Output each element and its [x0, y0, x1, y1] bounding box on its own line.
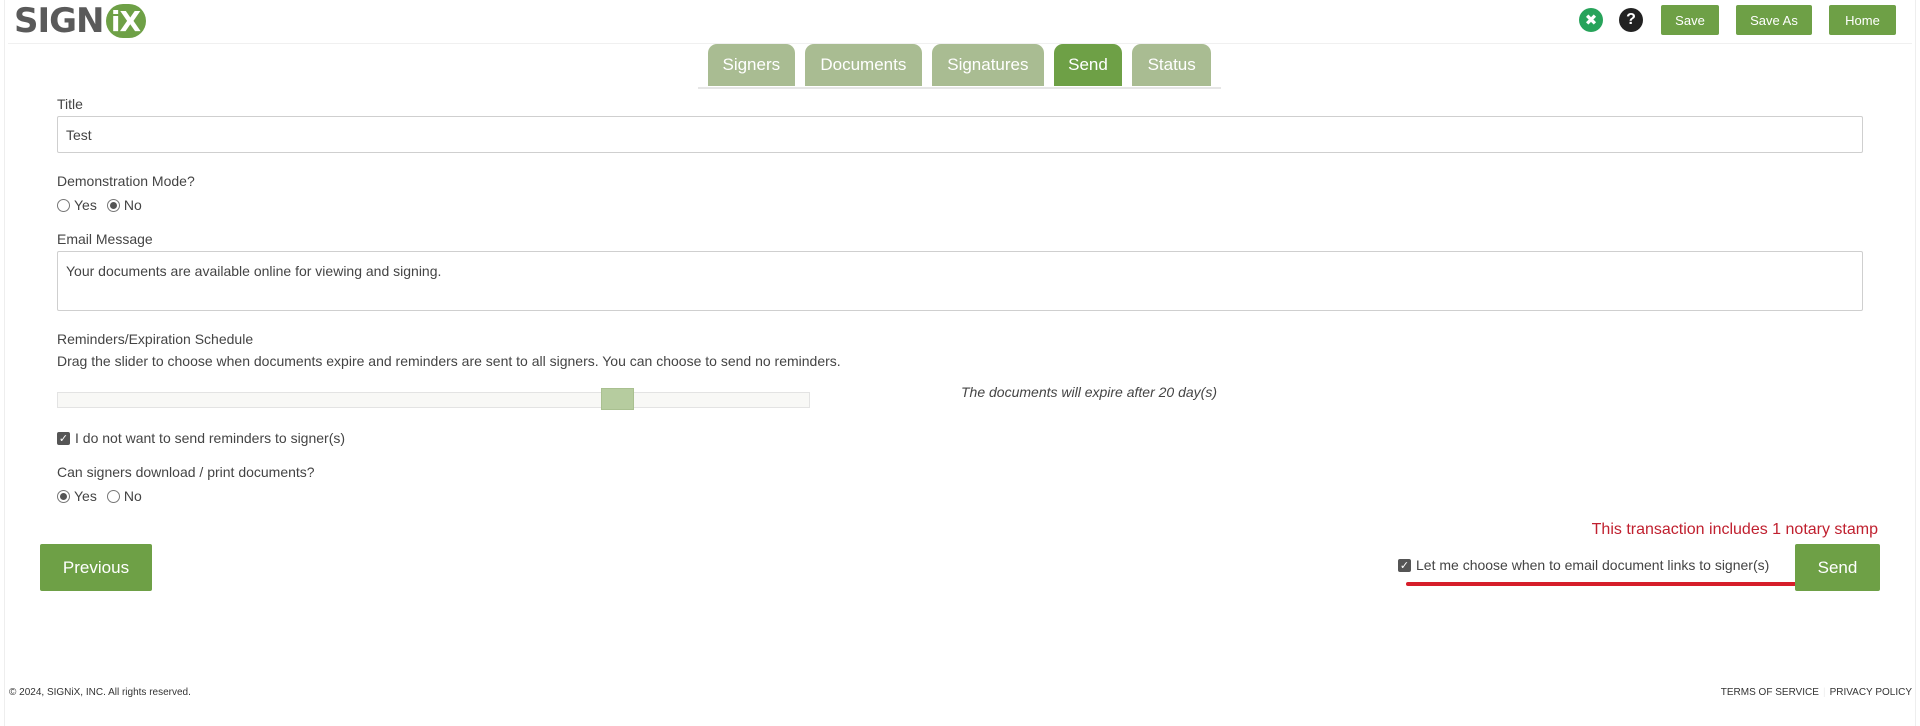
let-me-choose-row: ✓ Let me choose when to email document l…	[1398, 557, 1769, 573]
annotation-underline	[1406, 582, 1798, 586]
no-reminders-label: I do not want to send reminders to signe…	[75, 430, 346, 446]
expiration-slider-track[interactable]	[57, 392, 810, 408]
reminders-help-text: Drag the slider to choose when documents…	[57, 353, 841, 369]
demo-no-radio[interactable]	[106, 198, 120, 212]
title-input[interactable]: Test	[57, 116, 1863, 153]
help-icon[interactable]: ?	[1619, 8, 1643, 32]
footer-links: TERMS OF SERVICE | PRIVACY POLICY	[1721, 687, 1912, 698]
download-yes-radio[interactable]	[57, 489, 70, 503]
download-label: Can signers download / print documents?	[57, 464, 315, 480]
privacy-link[interactable]: PRIVACY POLICY	[1830, 687, 1912, 698]
save-button[interactable]: Save	[1661, 5, 1719, 35]
expiration-slider-handle[interactable]	[600, 388, 634, 410]
let-me-choose-label: Let me choose when to email document lin…	[1416, 557, 1770, 573]
download-no-label: No	[123, 488, 142, 504]
no-reminders-row: ✓ I do not want to send reminders to sig…	[57, 430, 345, 446]
terms-link[interactable]: TERMS OF SERVICE	[1721, 687, 1819, 698]
tab-send[interactable]: Send	[1053, 44, 1123, 86]
demo-yes-label: Yes	[74, 197, 97, 213]
reminders-label: Reminders/Expiration Schedule	[57, 331, 254, 347]
tab-signers[interactable]: Signers	[708, 44, 795, 86]
download-options: Yes No	[57, 488, 152, 504]
save-as-button[interactable]: Save As	[1736, 5, 1812, 35]
demo-yes-radio[interactable]	[57, 198, 70, 212]
previous-button[interactable]: Previous	[40, 544, 152, 591]
demo-mode-label: Demonstration Mode?	[57, 173, 195, 189]
title-label: Title	[57, 96, 83, 112]
tab-status[interactable]: Status	[1132, 44, 1211, 86]
download-yes-label: Yes	[74, 488, 97, 504]
copyright: © 2024, SIGNiX, INC. All rights reserved…	[9, 687, 191, 698]
home-button[interactable]: Home	[1829, 5, 1896, 35]
download-no-radio[interactable]	[106, 489, 120, 503]
header-actions: ✖ ? Save Save As Home	[1579, 5, 1896, 35]
demo-mode-options: Yes No	[57, 197, 152, 213]
expire-text: The documents will expire after 20 day(s…	[961, 384, 1217, 400]
email-message-label: Email Message	[57, 231, 153, 247]
notary-notice: This transaction includes 1 notary stamp	[1591, 521, 1878, 538]
workflow-tabs: Signers Documents Signatures Send Status	[698, 44, 1221, 89]
no-reminders-checkbox[interactable]: ✓	[57, 431, 70, 445]
footer-separator: |	[1822, 687, 1826, 698]
email-message-textarea[interactable]: Your documents are available online for …	[57, 251, 1863, 311]
send-button[interactable]: Send	[1795, 544, 1880, 591]
tab-signatures[interactable]: Signatures	[932, 44, 1044, 86]
demo-no-label: No	[123, 197, 142, 213]
logo-text: SIGN	[14, 1, 104, 41]
signix-logo[interactable]: SIGN iX	[14, 1, 146, 41]
let-me-choose-checkbox[interactable]: ✓	[1398, 558, 1411, 572]
tab-documents[interactable]: Documents	[804, 44, 923, 86]
tools-icon[interactable]: ✖	[1579, 8, 1603, 32]
logo-badge: iX	[105, 4, 146, 38]
